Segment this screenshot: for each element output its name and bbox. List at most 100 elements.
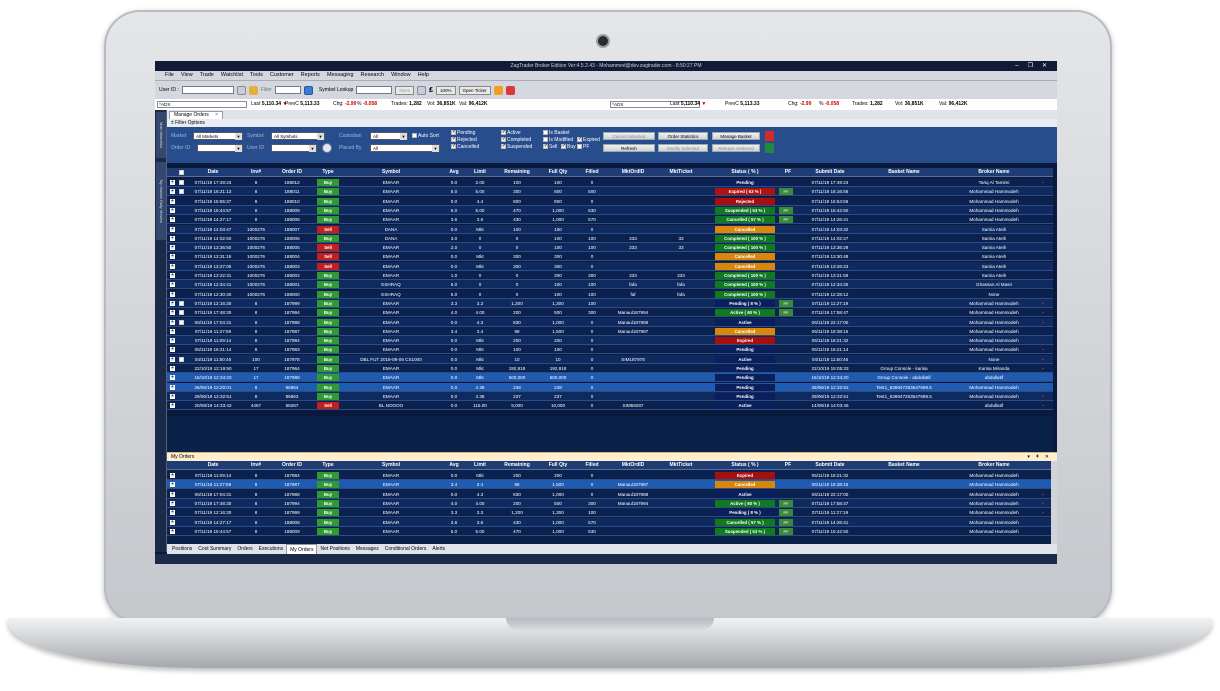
my-orders-scrollbar[interactable] xyxy=(1051,461,1057,544)
custodian-select[interactable]: All xyxy=(370,132,408,140)
expand-row-icon[interactable]: + xyxy=(170,291,175,297)
expand-row-icon[interactable]: + xyxy=(170,254,175,260)
column-header-pf[interactable]: PF xyxy=(779,168,797,177)
table-row[interactable]: +07/11/19 14:03:47 1000276 188007 Sell DANA 0… xyxy=(167,224,1053,234)
users-icon[interactable] xyxy=(248,85,258,95)
table-row[interactable]: +07/11/19 12:16:30 8 187999 Buy EMAAR 3.3 3.3 1… xyxy=(167,508,1053,518)
table-row[interactable]: +26/06/19 12:20:01 8 86864 Buy EMAAR 0.0 4.38 2… xyxy=(167,382,1053,392)
menu-help[interactable]: Help xyxy=(418,71,429,80)
expand-row-icon[interactable]: + xyxy=(170,403,175,409)
tab-alerts[interactable]: Alerts xyxy=(429,544,448,554)
column-header-broker[interactable]: Broker Name xyxy=(951,461,1037,470)
expand-row-icon[interactable]: + xyxy=(170,500,175,506)
expand-row-icon[interactable]: + xyxy=(170,180,175,185)
checkbox-cancelled[interactable]: Cancelled xyxy=(451,143,479,150)
column-header-status[interactable]: Status ( % ) xyxy=(715,461,775,470)
column-header-pf[interactable]: PF xyxy=(779,461,797,470)
row-menu-icon[interactable]: ⌄ xyxy=(1041,365,1045,371)
grid-icon[interactable] xyxy=(417,85,427,95)
zoom-select[interactable]: 100% xyxy=(436,85,456,95)
row-checkbox[interactable] xyxy=(179,300,184,306)
checkbox-is-basket[interactable]: Is Basket xyxy=(543,130,570,136)
expand-row-icon[interactable]: + xyxy=(170,235,175,241)
column-header-basket[interactable]: Basket Name xyxy=(861,168,947,177)
expand-row-icon[interactable]: + xyxy=(170,282,175,288)
table-row[interactable]: +07/11/19 12:16:30 8 187999 Buy EMAAR 3.3 3.3 1… xyxy=(167,298,1053,308)
row-menu-icon[interactable]: ⌄ xyxy=(1041,356,1045,362)
table-row[interactable]: +07/11/19 12:34:41 1000276 188001 Buy ESHRAQ… xyxy=(167,280,1053,290)
menu-messaging[interactable]: Messaging xyxy=(327,71,354,80)
expand-row-icon[interactable]: + xyxy=(170,217,175,223)
row-menu-icon[interactable]: ⌄ xyxy=(1041,500,1045,506)
side-tab-main-watchlist[interactable]: Main Watchlist xyxy=(156,112,166,158)
table-row[interactable]: +06/11/19 17:04:31 8 187988 Buy EMAAR 0.0 4.3 8… xyxy=(167,317,1053,327)
symbol-select[interactable]: All Symbols xyxy=(271,132,325,140)
open-ticker-button[interactable]: Open Ticker xyxy=(458,85,491,95)
table-row[interactable]: +07/11/19 11:27:59 8 187987 Buy EMAAR 3.4 3.4 9… xyxy=(167,480,1053,490)
expand-row-icon[interactable]: + xyxy=(170,198,175,204)
expand-row-icon[interactable]: + xyxy=(170,482,175,488)
column-header-basket[interactable]: Basket Name xyxy=(861,461,947,470)
font-icon[interactable]: ₤ xyxy=(429,87,433,94)
table-row[interactable]: +07/11/19 17:48:30 8 187994 Buy EMAAR 4.0 4.00… xyxy=(167,308,1053,318)
tab-executions[interactable]: Executions xyxy=(256,544,286,554)
menu-customer[interactable]: Customer xyxy=(270,71,294,80)
table-row[interactable]: +07/11/19 11:09:14 8 187984 Buy EMAAR 0.0 Mkt 2… xyxy=(167,336,1053,346)
minimize-button[interactable]: ‒ xyxy=(1015,61,1018,71)
column-header-avg[interactable]: Avg xyxy=(443,461,465,470)
table-row[interactable]: +07/11/19 11:27:59 8 187987 Buy EMAAR 3.4 3.4 9… xyxy=(167,326,1053,336)
expand-row-icon[interactable]: + xyxy=(170,393,175,399)
column-header-avg[interactable]: Avg xyxy=(443,168,465,177)
market-select[interactable]: All Markets xyxy=(193,132,243,140)
checkbox-is-modified[interactable]: Is Modified xyxy=(543,137,573,143)
row-checkbox[interactable] xyxy=(179,319,184,325)
menu-file[interactable]: File xyxy=(165,71,174,80)
row-menu-icon[interactable]: ⌄ xyxy=(1041,374,1045,380)
column-header-oid[interactable]: Order ID xyxy=(273,461,311,470)
row-menu-icon[interactable]: ⌄ xyxy=(1041,319,1045,325)
column-header-rem[interactable]: Remaining xyxy=(497,168,537,177)
table-row[interactable]: +16/10/19 12:34:20 17 187989 Buy EMAAR 0.0 Mkt… xyxy=(167,373,1053,383)
table-row[interactable]: +07/11/19 14:27:17 8 188008 Buy EMAAR 3.6 3.6 4… xyxy=(167,517,1053,527)
checkbox-sell[interactable]: Sell xyxy=(543,143,557,150)
table-row[interactable]: +07/11/19 15:44:57 8 188009 Buy EMAAR 5.0 5.00… xyxy=(167,205,1053,215)
menu-trade[interactable]: Trade xyxy=(200,71,214,80)
expand-row-icon[interactable]: + xyxy=(170,328,175,334)
table-row[interactable]: +20/08/19 14:33:42 4467 58287 Sell BL.NOOOO 0… xyxy=(167,401,1053,411)
filter-options-header[interactable]: ± Filter Options xyxy=(167,119,1057,127)
expand-row-icon[interactable]: + xyxy=(170,226,175,232)
expand-row-icon[interactable]: + xyxy=(170,310,175,316)
column-header-submit[interactable]: Submit Date xyxy=(803,168,857,177)
column-header-broker[interactable]: Broker Name xyxy=(951,168,1037,177)
row-checkbox[interactable] xyxy=(179,356,184,362)
menu-view[interactable]: View xyxy=(181,71,193,80)
table-row[interactable]: +06/11/19 17:04:31 8 187988 Buy EMAAR 0.0 4.3 8… xyxy=(167,489,1053,499)
column-header-qty[interactable]: Full Qty xyxy=(539,168,577,177)
expand-row-icon[interactable]: + xyxy=(170,347,175,353)
menu-reports[interactable]: Reports xyxy=(301,71,320,80)
tab-manage-orders[interactable]: Manage Orders × xyxy=(169,111,224,119)
checkbox-completed[interactable]: Completed xyxy=(501,136,531,143)
column-header-sym[interactable]: Symbol xyxy=(345,461,437,470)
column-header-limit[interactable]: Limit xyxy=(467,168,493,177)
pdf-export-icon[interactable] xyxy=(765,131,774,141)
tab-net-positions[interactable]: Net Positions xyxy=(317,544,352,554)
expand-row-icon[interactable]: + xyxy=(170,189,175,195)
table-row[interactable]: +07/11/19 14:02:50 1000276 188006 Buy DANA 3.… xyxy=(167,233,1053,243)
user-id-filter-input[interactable] xyxy=(271,144,317,152)
tab-my-orders[interactable]: My Orders xyxy=(286,544,318,554)
table-row[interactable]: +07/11/19 16:21:13 8 188011 Buy EMAAR 5.0 5.00… xyxy=(167,187,1053,197)
checkbox-pf[interactable]: PF xyxy=(577,144,589,150)
row-menu-icon[interactable]: ⌄ xyxy=(1041,384,1045,390)
column-header-type[interactable]: Type xyxy=(317,461,339,470)
table-row[interactable]: +29/06/19 12:32:51 8 86863 Buy EMAAR 0.0 4.38 2… xyxy=(167,391,1053,401)
symbol-lookup-input[interactable] xyxy=(356,86,393,94)
row-checkbox[interactable] xyxy=(179,180,184,185)
manage-basket-button[interactable]: Manage Basket xyxy=(712,132,760,140)
menu-research[interactable]: Research xyxy=(361,71,385,80)
expand-row-icon[interactable]: + xyxy=(170,273,175,278)
tab-conditional-orders[interactable]: Conditional Orders xyxy=(382,544,430,554)
column-header-date[interactable]: Date xyxy=(189,168,237,177)
expand-row-icon[interactable]: + xyxy=(170,263,175,269)
row-menu-icon[interactable]: ⌄ xyxy=(1041,300,1045,306)
